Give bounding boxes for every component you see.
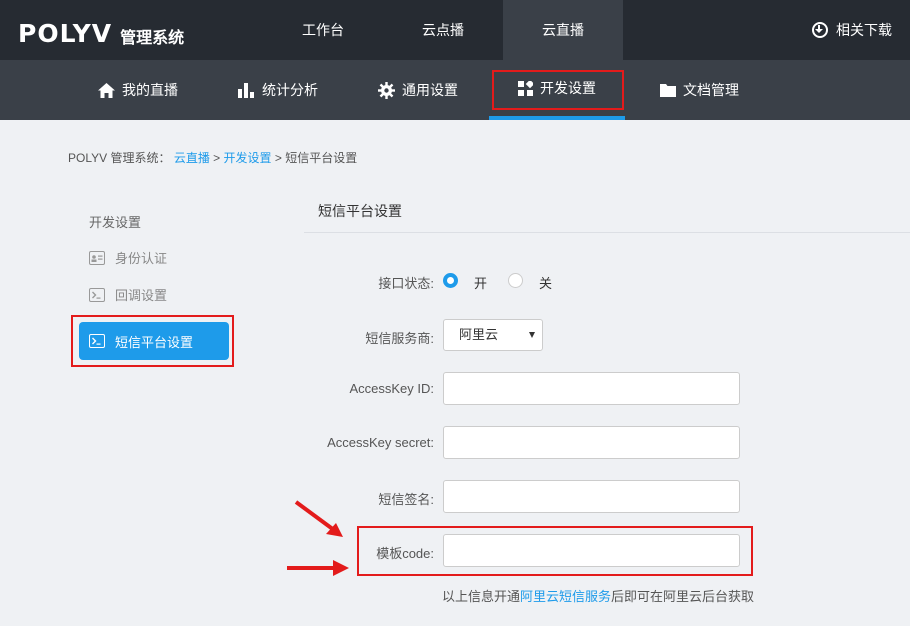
- accesskey-secret-input[interactable]: [443, 426, 740, 459]
- home-icon: [98, 82, 115, 98]
- breadcrumb-current: 短信平台设置: [285, 151, 358, 165]
- brand-text: POLYV: [18, 18, 113, 48]
- top-tab-live[interactable]: 云直播: [503, 0, 623, 60]
- sub-tab-my-live[interactable]: 我的直播: [98, 60, 178, 120]
- gear-icon: [378, 81, 395, 99]
- bar-chart-icon: [238, 82, 254, 98]
- top-tab-workbench[interactable]: 工作台: [263, 0, 383, 60]
- terminal-icon: [89, 287, 105, 302]
- status-off-label[interactable]: 关: [539, 273, 552, 292]
- sub-nav: 我的直播 统计分析 通用设置 开发设置 文档管理: [0, 60, 910, 120]
- logo[interactable]: POLYV 管理系统: [18, 18, 184, 48]
- hint-text: 以上信息开通阿里云短信服务后即可在阿里云后台获取: [442, 586, 754, 605]
- provider-select[interactable]: 阿里云: [443, 319, 543, 351]
- status-radio-on[interactable]: [443, 273, 458, 288]
- sidebar-title: 开发设置: [89, 215, 142, 230]
- status-label: 接口状态:: [378, 276, 434, 291]
- sidebar-item-sms-platform[interactable]: 短信平台设置: [79, 322, 229, 360]
- sub-tab-label: 我的直播: [122, 82, 178, 98]
- arrow-annotation-diagonal: [294, 500, 343, 537]
- sub-tab-general-settings[interactable]: 通用设置: [378, 60, 458, 120]
- hint-prefix: 以上信息开通: [442, 589, 521, 604]
- provider-value: 阿里云: [459, 327, 499, 342]
- sidebar-item-label: 回调设置: [115, 288, 168, 303]
- sub-tab-documents[interactable]: 文档管理: [660, 60, 739, 120]
- breadcrumb-root: POLYV 管理系统：: [68, 151, 171, 165]
- top-tab-vod[interactable]: 云点播: [383, 0, 503, 60]
- hint-link[interactable]: 阿里云短信服务: [520, 589, 611, 604]
- breadcrumb: POLYV 管理系统： 云直播 > 开发设置 > 短信平台设置: [68, 149, 357, 166]
- sub-tab-label: 通用设置: [402, 82, 458, 98]
- download-label: 相关下载: [836, 22, 892, 38]
- highlight-box-dev-settings: [492, 70, 624, 110]
- breadcrumb-sep: >: [274, 151, 282, 165]
- folder-icon: [660, 84, 676, 97]
- brand-subtitle: 管理系统: [120, 30, 185, 47]
- terminal-icon: [89, 334, 105, 348]
- signature-input[interactable]: [443, 480, 740, 513]
- breadcrumb-dev-settings[interactable]: 开发设置: [224, 151, 272, 165]
- accesskey-id-input[interactable]: [443, 372, 740, 405]
- id-card-icon: [89, 250, 105, 265]
- download-icon: [812, 22, 828, 38]
- accesskey-id-label: AccessKey ID:: [349, 381, 434, 396]
- provider-label: 短信服务商:: [365, 331, 434, 346]
- panel-title: 短信平台设置: [318, 203, 402, 219]
- sidebar-item-identity[interactable]: 身份认证: [89, 248, 167, 267]
- caret-down-icon: [529, 332, 535, 338]
- sidebar-item-label: 身份认证: [115, 251, 168, 266]
- breadcrumb-live[interactable]: 云直播: [174, 151, 210, 165]
- template-code-input[interactable]: [443, 534, 740, 567]
- top-bar: POLYV 管理系统 工作台 云点播 云直播 相关下载: [0, 0, 910, 60]
- sidebar-item-callback[interactable]: 回调设置: [89, 285, 167, 304]
- status-radio-off[interactable]: [508, 273, 523, 288]
- status-on-label[interactable]: 开: [474, 273, 487, 292]
- sub-tab-statistics[interactable]: 统计分析: [238, 60, 318, 120]
- breadcrumb-sep: >: [213, 151, 221, 165]
- sub-tab-label: 统计分析: [262, 82, 318, 98]
- arrow-annotation-horizontal: [287, 560, 349, 576]
- panel-divider: [304, 232, 910, 233]
- sub-tab-label: 文档管理: [683, 82, 739, 98]
- accesskey-secret-label: AccessKey secret:: [327, 435, 434, 450]
- sub-tab-dev-settings[interactable]: 开发设置: [489, 60, 625, 120]
- brand-logo: POLYV: [18, 19, 112, 48]
- download-link[interactable]: 相关下载: [812, 20, 892, 40]
- sidebar-item-label: 短信平台设置: [115, 334, 194, 350]
- hint-suffix: 后即可在阿里云后台获取: [611, 589, 755, 604]
